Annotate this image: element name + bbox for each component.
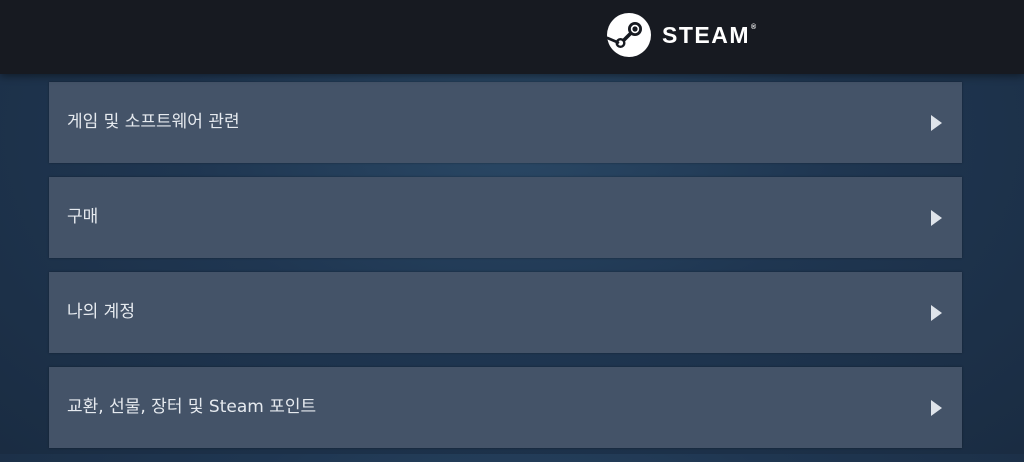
chevron-right-icon [931,400,942,416]
steam-logo[interactable]: STEAM® [606,12,756,58]
chevron-right-icon [931,115,942,131]
menu-item-my-account[interactable]: 나의 계정 [49,272,962,353]
steam-logo-icon [606,13,651,57]
menu-item-trading-gifting-market[interactable]: 교환, 선물, 장터 및 Steam 포인트 [49,367,962,448]
trademark-symbol: ® [751,24,757,31]
menu-item-label: 게임 및 소프트웨어 관련 [67,112,240,132]
menu-item-purchases[interactable]: 구매 [49,177,962,258]
menu-item-label: 교환, 선물, 장터 및 Steam 포인트 [67,397,317,417]
menu-item-label: 나의 계정 [67,302,135,322]
chevron-right-icon [931,210,942,226]
steam-logo-text: STEAM® [662,22,757,48]
support-menu: 게임 및 소프트웨어 관련 구매 나의 계정 교환, 선물, 장터 및 Stea… [49,82,962,462]
top-header: STEAM® [0,0,1024,74]
menu-item-label: 구매 [67,207,99,227]
menu-item-games-software[interactable]: 게임 및 소프트웨어 관련 [49,82,962,163]
chevron-right-icon [931,305,942,321]
